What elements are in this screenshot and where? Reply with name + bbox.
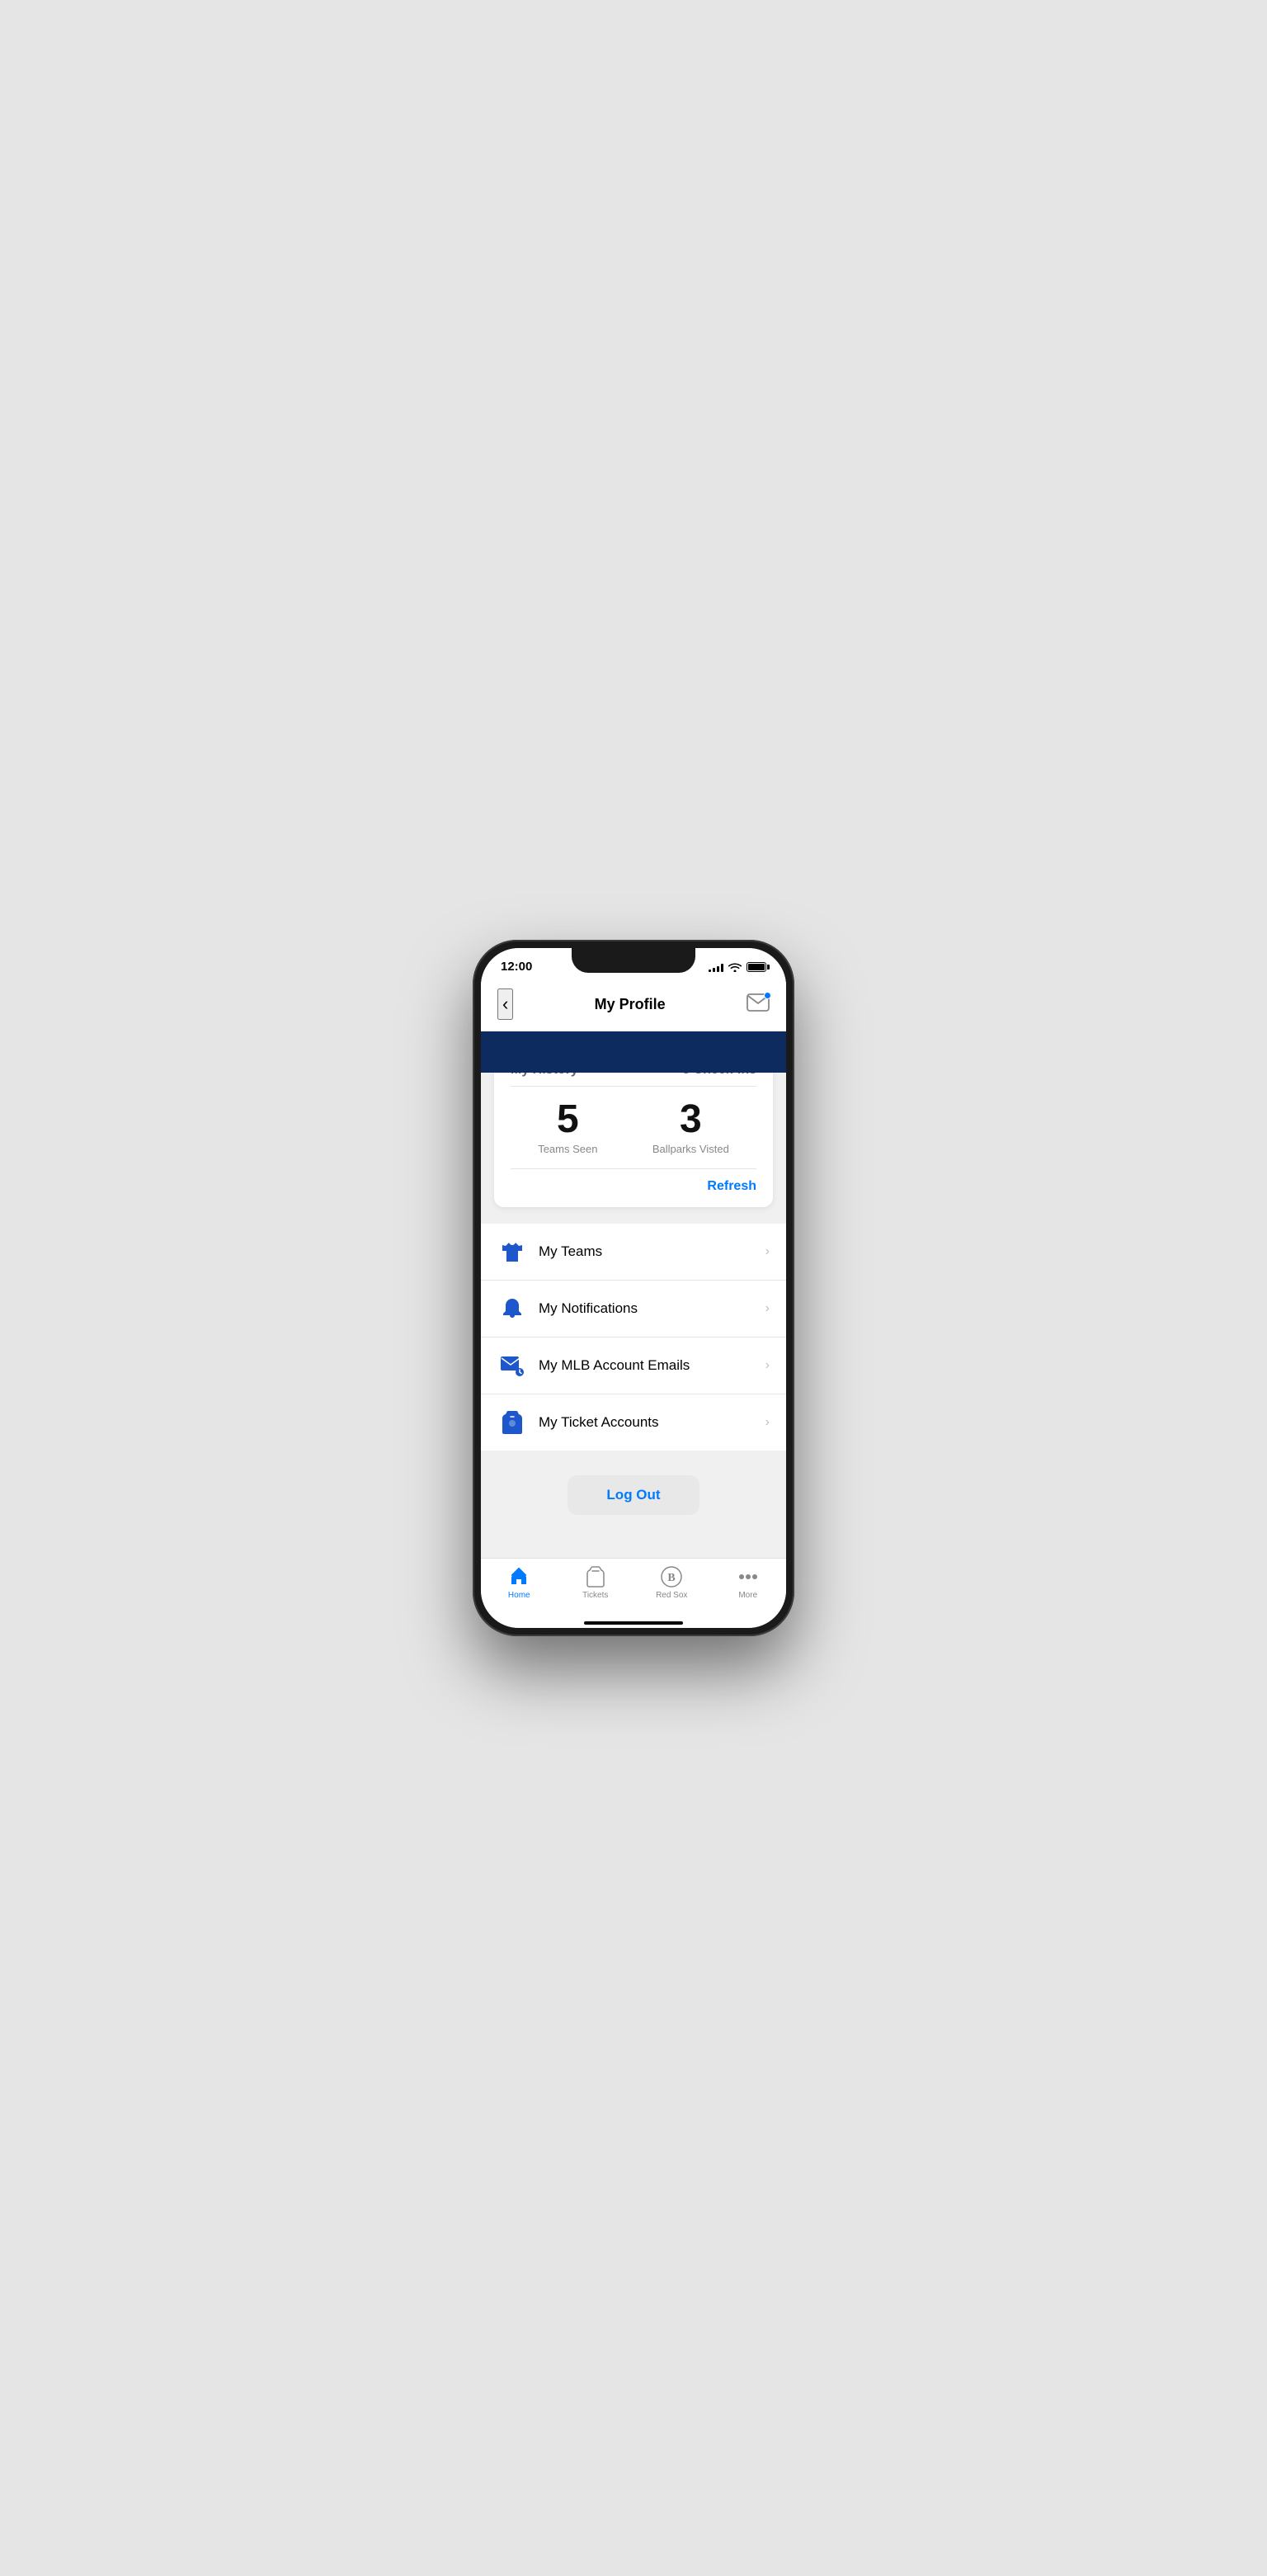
back-button[interactable]: ‹	[497, 988, 513, 1020]
history-divider	[511, 1086, 756, 1087]
tab-more[interactable]: More	[710, 1565, 787, 1600]
ballparks-visited-label: Ballparks Visted	[652, 1143, 729, 1155]
tab-redsox[interactable]: B Red Sox	[634, 1565, 710, 1600]
history-title: My History	[511, 1073, 578, 1078]
menu-item-my-mlb-emails[interactable]: My MLB Account Emails ›	[481, 1338, 786, 1394]
phone-frame: 12:00 ‹	[473, 940, 794, 1636]
menu-item-my-notifications[interactable]: My Notifications ›	[481, 1281, 786, 1338]
phone-screen: 12:00 ‹	[481, 948, 786, 1628]
svg-text:B: B	[668, 1572, 676, 1584]
checkins-label: 8 Check-Ins	[682, 1073, 756, 1078]
ballparks-visited-stat: 3 Ballparks Visted	[652, 1100, 729, 1155]
battery-icon	[747, 962, 766, 972]
menu-label-my-teams: My Teams	[539, 1243, 765, 1260]
wifi-icon	[728, 962, 742, 972]
menu-label-my-ticket-accounts: My Ticket Accounts	[539, 1414, 765, 1431]
jersey-icon	[497, 1237, 527, 1267]
signal-icon	[709, 962, 723, 972]
header: ‹ My Profile	[481, 980, 786, 1031]
scroll-content: My History 8 Check-Ins 5 Teams Seen 3 Ba…	[481, 1073, 786, 1558]
tab-label-redsox: Red Sox	[656, 1591, 687, 1600]
page-title: My Profile	[595, 996, 666, 1013]
ticket-icon	[497, 1408, 527, 1437]
home-icon	[507, 1565, 530, 1588]
chevron-right-icon: ›	[765, 1244, 770, 1259]
logout-section: Log Out	[494, 1475, 773, 1515]
home-indicator	[481, 1616, 786, 1628]
ballparks-visited-number: 3	[652, 1100, 729, 1139]
tab-tickets[interactable]: Tickets	[558, 1565, 634, 1600]
chevron-right-icon: ›	[765, 1358, 770, 1373]
chevron-right-icon: ›	[765, 1415, 770, 1430]
history-card: My History 8 Check-Ins 5 Teams Seen 3 Ba…	[494, 1073, 773, 1207]
teams-seen-label: Teams Seen	[538, 1143, 597, 1155]
tab-label-home: Home	[508, 1591, 530, 1600]
tab-home[interactable]: Home	[481, 1565, 558, 1600]
tab-label-more: More	[738, 1591, 757, 1600]
refresh-row: Refresh	[511, 1179, 756, 1194]
history-header: My History 8 Check-Ins	[511, 1073, 756, 1078]
menu-label-my-mlb-emails: My MLB Account Emails	[539, 1357, 765, 1374]
notch	[572, 948, 695, 973]
menu-item-my-ticket-accounts[interactable]: My Ticket Accounts ›	[481, 1394, 786, 1451]
stats-row: 5 Teams Seen 3 Ballparks Visted	[511, 1100, 756, 1155]
status-icons	[709, 962, 766, 972]
bell-icon	[497, 1294, 527, 1323]
menu-item-my-teams[interactable]: My Teams ›	[481, 1224, 786, 1281]
logout-button[interactable]: Log Out	[568, 1475, 699, 1515]
menu-section: My Teams › My Notifications ›	[481, 1224, 786, 1451]
tab-label-tickets: Tickets	[582, 1591, 608, 1600]
redsox-icon: B	[660, 1565, 683, 1588]
status-time: 12:00	[501, 960, 532, 974]
notification-dot	[764, 992, 771, 999]
refresh-button[interactable]: Refresh	[707, 1179, 756, 1194]
teams-seen-stat: 5 Teams Seen	[538, 1100, 597, 1155]
mail-settings-icon	[497, 1351, 527, 1380]
tickets-tab-icon	[584, 1565, 607, 1588]
mail-button[interactable]	[747, 993, 770, 1016]
teams-seen-number: 5	[538, 1100, 597, 1139]
blue-banner	[481, 1031, 786, 1073]
chevron-right-icon: ›	[765, 1301, 770, 1316]
stats-divider	[511, 1168, 756, 1169]
tab-bar: Home Tickets B	[481, 1558, 786, 1616]
more-icon	[737, 1565, 760, 1588]
menu-label-my-notifications: My Notifications	[539, 1300, 765, 1317]
